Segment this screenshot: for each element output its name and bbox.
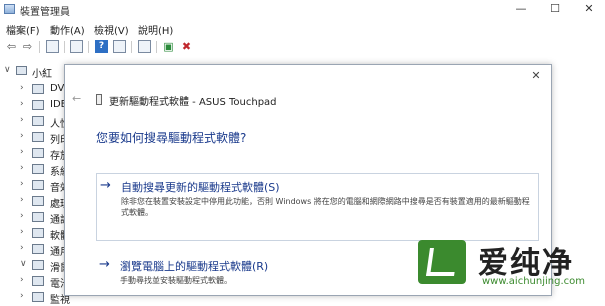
tree-item[interactable]: › DV	[20, 82, 70, 98]
scan-hardware-icon[interactable]	[138, 40, 151, 53]
tree-item[interactable]: › 音效	[20, 178, 70, 194]
watermark-url: www.aichunjing.com	[482, 276, 585, 287]
chevron-right-icon[interactable]: ›	[20, 275, 24, 285]
arrow-right-icon: →	[100, 178, 111, 193]
device-tree: ∨ 小紅 › DV › IDE › 人性 › 列印 › 存放 › 系統 › 音效 › 處理 › 通訊 › 軟體 › 通用 ∨…	[0, 60, 70, 306]
arrow-right-icon: →	[99, 257, 110, 272]
minimize-button[interactable]: —	[506, 0, 536, 19]
chevron-right-icon[interactable]: ›	[20, 99, 24, 109]
chevron-right-icon[interactable]: ›	[20, 131, 24, 141]
battery-icon	[32, 276, 44, 286]
menu-file[interactable]: 檔案(F)	[6, 22, 40, 37]
dialog-title: 更新驅動程式軟體 - ASUS Touchpad	[109, 97, 277, 108]
option-title: 瀏覽電腦上的驅動程式軟體(R)	[120, 260, 269, 273]
tree-item[interactable]: ∨ 滑鼠	[20, 258, 70, 274]
mouse-icon	[32, 260, 44, 270]
menu-view[interactable]: 檢視(V)	[94, 22, 129, 37]
dialog-question: 您要如何搜尋驅動程式軟體?	[96, 131, 247, 145]
tree-item[interactable]: › 存放	[20, 146, 70, 162]
toolbar-separator	[39, 41, 40, 53]
tree-item[interactable]: › 處理	[20, 194, 70, 210]
auto-search-option[interactable]: → 自動搜尋更新的驅動程式軟體(S) 除非您在裝置安裝設定中停用此功能，否則 W…	[96, 173, 539, 241]
storage-icon	[32, 148, 44, 158]
tree-item[interactable]: › 人性	[20, 114, 70, 130]
tree-item[interactable]: › 通訊	[20, 210, 70, 226]
chevron-right-icon[interactable]: ›	[20, 291, 24, 301]
chevron-right-icon[interactable]: ›	[20, 195, 24, 205]
tree-item[interactable]: › 通用	[20, 242, 70, 258]
tree-item[interactable]: › 列印	[20, 130, 70, 146]
port-icon	[32, 212, 44, 222]
window-title: 裝置管理員	[20, 7, 70, 18]
tree-item[interactable]: › IDE	[20, 98, 70, 114]
menu-bar: 檔案(F) 動作(A) 檢視(V) 說明(H)	[0, 19, 605, 37]
chevron-right-icon[interactable]: ›	[20, 243, 24, 253]
toolbar-separator	[156, 41, 157, 53]
chevron-right-icon[interactable]: ›	[20, 227, 24, 237]
back-button[interactable]: ⇦	[5, 40, 18, 53]
ide-icon	[32, 100, 44, 110]
toolbar: ⇦ ⇨ ? ▣ ✖	[0, 37, 605, 58]
tree-root-label: 小紅	[32, 69, 52, 80]
dialog-back-button[interactable]: ←	[72, 92, 81, 105]
software-icon	[32, 228, 44, 238]
title-bar: 裝置管理員 — ☐ ✕	[0, 0, 605, 19]
details-icon[interactable]	[113, 40, 126, 53]
update-driver-icon[interactable]: ▣	[162, 40, 175, 53]
chevron-right-icon[interactable]: ›	[20, 147, 24, 157]
watermark-logo-icon	[418, 240, 466, 284]
computer-icon	[16, 66, 27, 75]
tree-item-label: DV	[50, 83, 65, 94]
chevron-right-icon[interactable]: ›	[20, 83, 24, 93]
toolbar-separator	[88, 41, 89, 53]
uninstall-icon[interactable]: ✖	[180, 40, 193, 53]
forward-button[interactable]: ⇨	[21, 40, 34, 53]
tree-item[interactable]: › 監視	[20, 290, 70, 306]
processor-icon	[32, 196, 44, 206]
toolbar-separator	[131, 41, 132, 53]
properties-icon[interactable]	[46, 40, 59, 53]
chevron-right-icon[interactable]: ›	[20, 211, 24, 221]
audio-icon	[32, 180, 44, 190]
menu-action[interactable]: 動作(A)	[50, 22, 85, 37]
option-title: 自動搜尋更新的驅動程式軟體(S)	[121, 181, 280, 194]
show-hide-icon[interactable]	[70, 40, 83, 53]
tree-item[interactable]: › 系統	[20, 162, 70, 178]
watermark: 爱纯净 www.aichunjing.com	[410, 232, 605, 294]
device-manager-icon	[4, 4, 15, 14]
print-icon	[32, 132, 44, 142]
dialog-close-button[interactable]: ✕	[527, 69, 545, 85]
chevron-down-icon[interactable]: ∨	[20, 259, 27, 269]
system-icon	[32, 164, 44, 174]
chevron-right-icon[interactable]: ›	[20, 179, 24, 189]
device-manager-window: 裝置管理員 — ☐ ✕ 檔案(F) 動作(A) 檢視(V) 說明(H) ⇦ ⇨ …	[0, 0, 605, 306]
menu-help[interactable]: 說明(H)	[138, 22, 173, 37]
tree-item[interactable]: › 電池	[20, 274, 70, 290]
chevron-right-icon[interactable]: ›	[20, 163, 24, 173]
option-description: 除非您在裝置安裝設定中停用此功能，否則 Windows 將在您的電腦和網際網路中…	[121, 197, 530, 217]
chevron-down-icon[interactable]: ∨	[4, 65, 11, 75]
hid-icon	[32, 116, 44, 126]
usb-icon	[32, 244, 44, 254]
dvd-icon	[32, 84, 44, 94]
chevron-right-icon[interactable]: ›	[20, 115, 24, 125]
device-icon	[96, 94, 102, 105]
close-button[interactable]: ✕	[574, 0, 604, 19]
maximize-button[interactable]: ☐	[540, 0, 570, 19]
tree-item[interactable]: › 軟體	[20, 226, 70, 242]
toolbar-separator	[64, 41, 65, 53]
help-icon[interactable]: ?	[95, 40, 108, 53]
